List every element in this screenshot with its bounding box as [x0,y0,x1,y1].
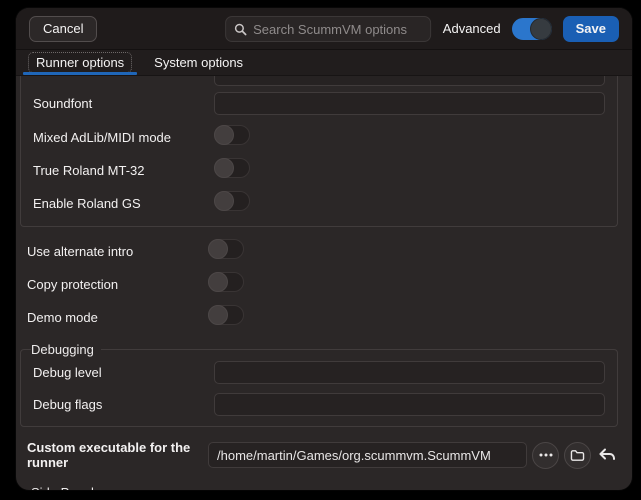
debug-flags-label: Debug flags [33,397,214,412]
folder-icon [570,449,585,462]
search-icon [234,23,247,36]
true-roland-row: True Roland MT-32 [33,158,605,183]
custom-executable-controls [208,442,618,469]
tab-bar: Runner options System options [16,50,632,76]
clipped-text-input[interactable] [214,76,605,86]
toggle-knob [208,272,228,292]
toggle-knob [208,239,228,259]
copy-protection-toggle[interactable] [208,272,244,292]
tab-runner-options[interactable]: Runner options [21,50,139,75]
tab-system-options[interactable]: System options [139,50,258,75]
clipped-input-wrap [214,76,605,86]
browse-button[interactable] [532,442,559,469]
enable-gs-row: Enable Roland GS [33,191,605,216]
search-field[interactable] [225,16,431,42]
soundfont-input[interactable] [214,92,605,115]
header-bar: Cancel Advanced Save [16,8,632,50]
advanced-label: Advanced [443,21,501,36]
advanced-toggle[interactable] [512,18,552,40]
toggle-knob [214,158,234,178]
cancel-button[interactable]: Cancel [29,16,97,42]
copy-protection-row: Copy protection [27,272,618,297]
clipped-row [33,76,605,86]
search-input[interactable] [253,22,422,37]
demo-mode-toggle[interactable] [208,305,244,325]
scummvm-options-dialog: Cancel Advanced Save Runner options Syst… [16,8,632,490]
debugging-group: Debugging Debug level Debug flags [20,342,618,427]
tab-label: Runner options [29,53,131,72]
debug-level-label: Debug level [33,365,214,380]
copy-protection-label: Copy protection [27,277,208,292]
undo-icon [598,448,616,462]
toggle-knob [530,18,552,40]
soundfont-row: Soundfont [33,92,605,115]
true-roland-label: True Roland MT-32 [33,163,214,178]
alt-intro-label: Use alternate intro [27,244,208,259]
toggle-knob [208,305,228,325]
debug-level-row: Debug level [33,361,605,384]
open-folder-button[interactable] [564,442,591,469]
save-button[interactable]: Save [563,16,619,42]
custom-executable-input[interactable] [208,442,527,468]
ellipsis-icon [539,453,553,457]
debug-flags-input[interactable] [214,393,605,416]
mixed-adlib-label: Mixed AdLib/MIDI mode [33,130,214,145]
debugging-legend: Debugging [31,342,101,357]
alt-intro-row: Use alternate intro [27,239,618,264]
reset-button[interactable] [596,443,618,467]
audio-settings-group: Soundfont Mixed AdLib/MIDI mode True Rol… [20,76,618,227]
toggle-knob [214,191,234,211]
custom-executable-label: Custom executable for the runner [27,440,208,471]
mixed-adlib-toggle[interactable] [214,125,250,145]
demo-mode-row: Demo mode [27,305,618,330]
tab-label: System options [147,53,250,72]
debug-flags-row: Debug flags [33,393,605,416]
custom-executable-row: Custom executable for the runner [27,440,618,471]
debug-level-input[interactable] [214,361,605,384]
side-panel-legend: Side Panel [31,485,101,490]
alt-intro-toggle[interactable] [208,239,244,259]
side-panel-group: Side Panel Visible in Side Panel [20,485,618,490]
enable-gs-toggle[interactable] [214,191,250,211]
soundfont-label: Soundfont [33,96,214,111]
runner-options-page: Soundfont Mixed AdLib/MIDI mode True Rol… [16,76,632,490]
enable-gs-label: Enable Roland GS [33,196,214,211]
header-right-group: Advanced Save [443,16,619,42]
demo-mode-label: Demo mode [27,310,208,325]
true-roland-toggle[interactable] [214,158,250,178]
toggle-knob [214,125,234,145]
mixed-adlib-row: Mixed AdLib/MIDI mode [33,125,605,150]
